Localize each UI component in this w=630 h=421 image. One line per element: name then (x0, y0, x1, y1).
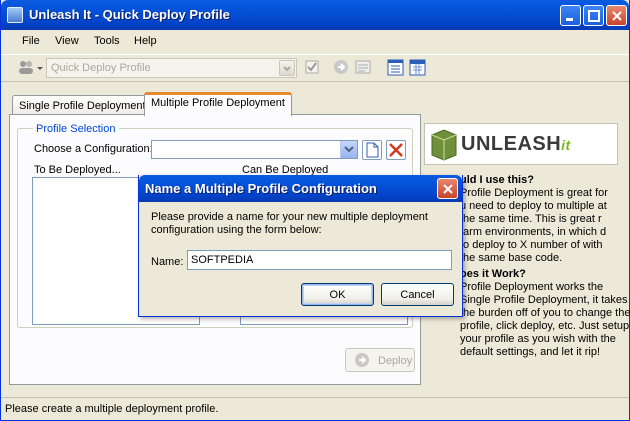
menu-tools[interactable]: Tools (94, 35, 120, 47)
logo-text: UNLEASHit (461, 133, 571, 155)
edit-document-icon[interactable] (355, 59, 372, 76)
check-icon[interactable] (304, 59, 321, 76)
logo-box-icon (431, 129, 457, 161)
deploy-arrow-icon (355, 353, 369, 367)
profile-combo-value: Quick Deploy Profile (51, 62, 151, 74)
choose-config-label: Choose a Configuration: (34, 143, 153, 155)
name-label: Name: (151, 256, 184, 268)
close-button[interactable] (606, 5, 627, 26)
title-bar[interactable]: Unleash It - Quick Deploy Profile (1, 0, 629, 30)
maximize-button[interactable] (583, 5, 604, 26)
unleash-it-logo: UNLEASHit (424, 123, 618, 165)
tab-single-profile[interactable]: Single Profile Deployment (12, 95, 153, 116)
list-view-icon[interactable] (387, 59, 404, 76)
dialog-close-button[interactable] (437, 178, 458, 199)
to-be-deployed-label: To Be Deployed... (34, 164, 121, 176)
tab-multiple-profile[interactable]: Multiple Profile Deployment (144, 92, 292, 116)
close-icon (612, 11, 622, 21)
new-configuration-button[interactable] (362, 140, 382, 160)
menu-view[interactable]: View (55, 35, 79, 47)
dialog-message: Please provide a name for your new multi… (151, 211, 428, 236)
menu-file[interactable]: File (22, 35, 40, 47)
users-icon[interactable] (18, 59, 43, 76)
new-document-icon (366, 142, 379, 158)
dialog-title-bar[interactable]: Name a Multiple Profile Configuration (139, 175, 462, 202)
deploy-button[interactable]: Deploy (345, 348, 415, 372)
status-text: Please create a multiple deployment prof… (5, 403, 219, 415)
app-icon (7, 7, 23, 23)
status-bar: Please create a multiple deployment prof… (1, 397, 629, 420)
configuration-combo[interactable] (151, 140, 358, 159)
delete-configuration-button[interactable] (386, 140, 406, 160)
ok-button[interactable]: OK (301, 283, 374, 306)
delete-x-icon (389, 143, 403, 157)
minimize-icon (566, 18, 573, 21)
deploy-label: Deploy (378, 355, 413, 367)
window-title: Unleash It - Quick Deploy Profile (29, 7, 230, 22)
dialog-title: Name a Multiple Profile Configuration (145, 181, 377, 196)
cancel-button[interactable]: Cancel (381, 283, 454, 306)
name-config-dialog: Name a Multiple Profile Configuration Pl… (138, 175, 463, 317)
minimize-button[interactable] (560, 5, 581, 26)
profile-selection-legend: Profile Selection (33, 123, 119, 135)
profile-combo[interactable]: Quick Deploy Profile (46, 58, 297, 78)
menu-bar: File View Tools Help (1, 30, 629, 52)
go-arrow-icon[interactable] (333, 59, 350, 76)
chevron-down-icon[interactable] (279, 60, 295, 76)
close-icon (443, 184, 453, 194)
name-input[interactable] (187, 250, 452, 270)
menu-help[interactable]: Help (134, 35, 157, 47)
maximize-icon (588, 10, 600, 22)
chevron-down-icon[interactable] (340, 141, 357, 158)
calendar-icon[interactable] (409, 59, 426, 76)
